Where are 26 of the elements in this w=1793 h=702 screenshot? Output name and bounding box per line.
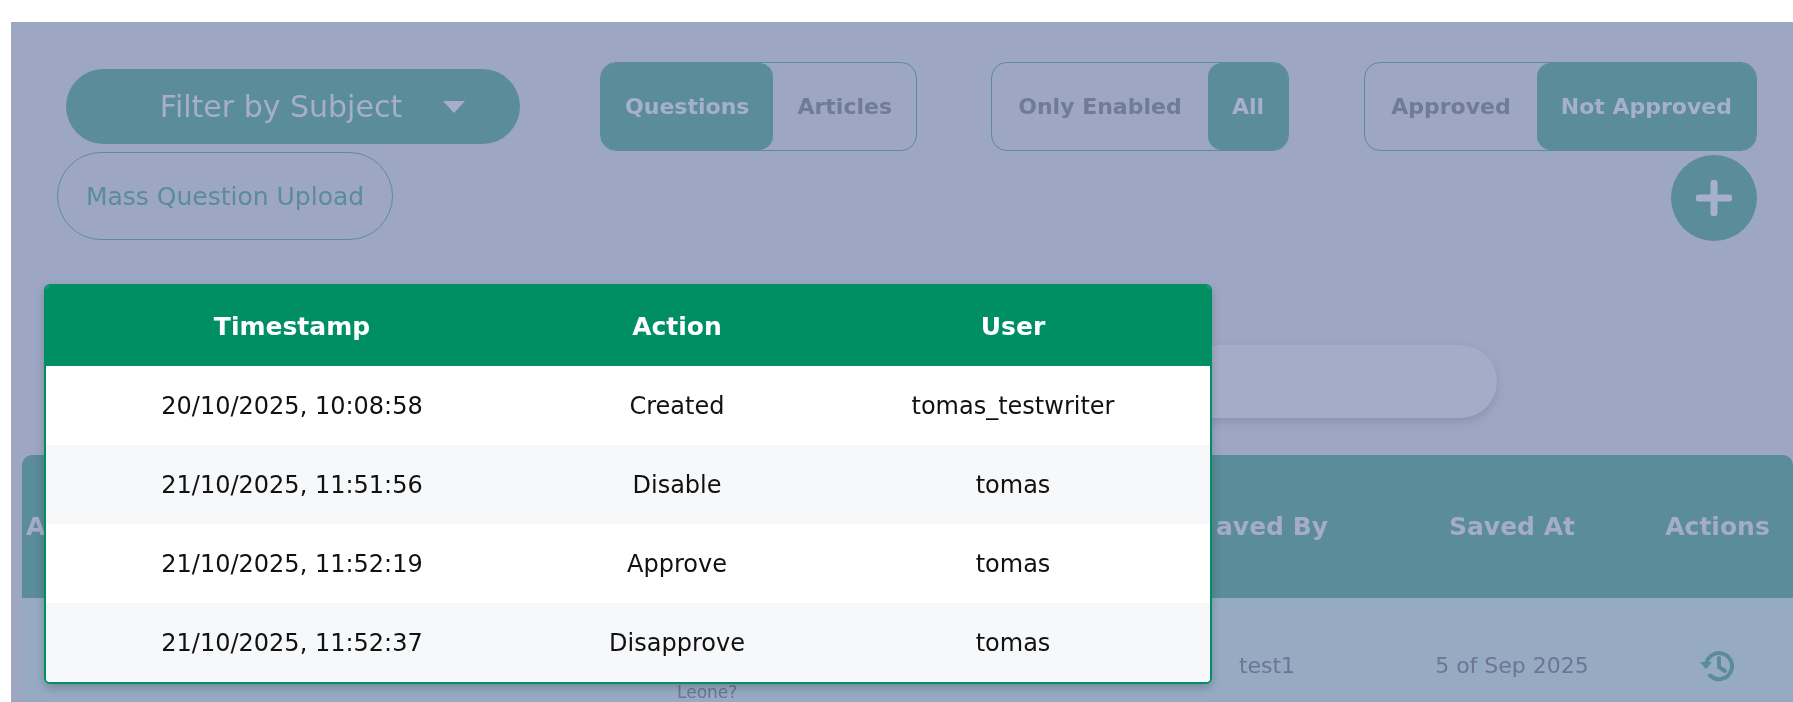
filter-tab[interactable]: All bbox=[1207, 63, 1288, 150]
history-icon[interactable] bbox=[1698, 648, 1737, 684]
subject-dropdown[interactable]: Filter by Subject bbox=[66, 69, 520, 144]
table-cell-text: Disable bbox=[631, 470, 723, 499]
table-cell-text: tomas bbox=[974, 549, 1052, 578]
column-header: Actions bbox=[1665, 512, 1770, 541]
table-cell-text: Disapprove bbox=[608, 628, 746, 657]
column-header: A bbox=[26, 512, 46, 541]
table-cell-text: 20/10/2025, 10:08:58 bbox=[160, 391, 424, 420]
table-cell-text: Created bbox=[628, 391, 726, 420]
column-header: aved By bbox=[1216, 512, 1329, 541]
column-header: User bbox=[979, 311, 1047, 341]
column-header: Saved At bbox=[1449, 512, 1575, 541]
plus-icon bbox=[1696, 180, 1732, 216]
column-header: Action bbox=[631, 311, 723, 341]
table-cell-text: 21/10/2025, 11:52:19 bbox=[160, 549, 424, 578]
filter-tab[interactable]: Questions bbox=[601, 63, 774, 150]
table-cell-text: tomas_testwriter bbox=[910, 391, 1116, 420]
caret-icon bbox=[442, 99, 467, 114]
table-cell-text: 21/10/2025, 11:52:37 bbox=[160, 628, 424, 657]
table-cell-text: Approve bbox=[626, 549, 728, 578]
table-cell-text: 21/10/2025, 11:51:56 bbox=[160, 470, 424, 499]
filter-tab[interactable]: Not Approved bbox=[1536, 63, 1756, 150]
table-cell-text: tomas bbox=[974, 470, 1052, 499]
table-cell-text: tomas bbox=[974, 628, 1052, 657]
column-header: Timestamp bbox=[212, 311, 372, 341]
